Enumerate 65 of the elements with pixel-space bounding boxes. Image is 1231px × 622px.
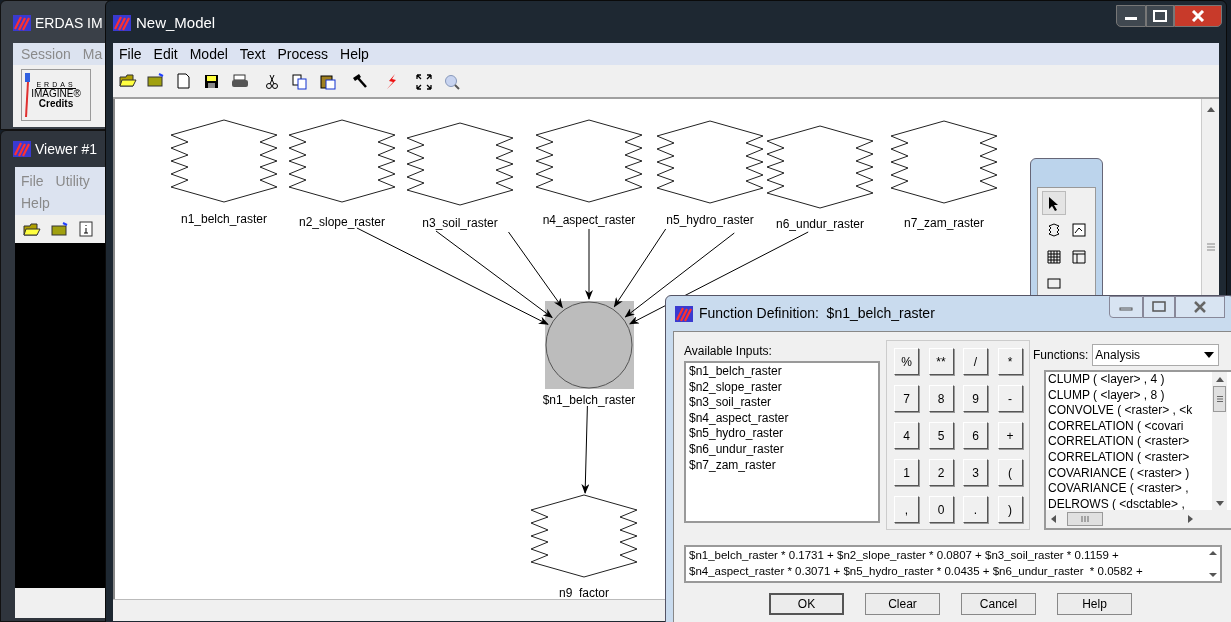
node-label: n1_belch_raster [180, 212, 268, 226]
menu-item[interactable]: File [119, 43, 142, 65]
dialog-title: Function Definition: $n1_belch_raster [699, 304, 935, 323]
keypad-key[interactable]: 4 [894, 422, 919, 449]
node-label: n5_hydro_raster [666, 213, 754, 227]
window-title: New_Model [136, 12, 216, 33]
list-item[interactable]: CORRELATION ( <raster> [1048, 449, 1212, 466]
keypad-key[interactable]: 2 [928, 459, 954, 486]
list-item[interactable]: $n6_undur_raster [689, 441, 878, 458]
menu-item[interactable]: Edit [153, 43, 178, 65]
keypad-key[interactable]: 8 [928, 385, 954, 412]
expression-text: $n1_belch_raster * 0.1731 + $n2_slope_raster * 0.0807 + $n3_soil_raster * 0.1159 + [689, 548, 1120, 563]
list-item[interactable]: $n1_belch_raster [689, 364, 878, 380]
list-item[interactable]: $n7_zam_raster [689, 457, 878, 474]
keypad-key[interactable]: ) [997, 496, 1023, 523]
window-title: ERDAS IM [35, 13, 103, 33]
menu-item[interactable]: Help [340, 43, 369, 65]
list-item[interactable]: $n3_soil_raster [689, 395, 878, 411]
keypad-key[interactable]: , [894, 496, 919, 523]
node-label: n7_zam_raster [904, 216, 984, 230]
list-item[interactable]: CLUMP ( <layer> , 4 ) [1048, 372, 1212, 388]
node-label: n3_soil_raster [422, 216, 498, 230]
dialog-button[interactable]: OK [769, 593, 844, 615]
list-item[interactable]: CORRELATION ( <covari [1048, 418, 1212, 435]
keypad-key[interactable]: % [894, 348, 919, 375]
node-label: n9_factor [559, 586, 609, 599]
keypad-key[interactable]: 0 [928, 496, 954, 523]
node-label: n6_undur_raster [775, 217, 865, 231]
dialog-button[interactable]: Cancel [961, 593, 1036, 615]
keypad-key[interactable]: 5 [928, 422, 954, 449]
dialog-button[interactable]: Clear [865, 593, 940, 615]
node-label: $n1_belch_raster [542, 393, 636, 407]
list-item[interactable]: $n5_hydro_raster [689, 426, 878, 442]
keypad-key[interactable]: * [997, 348, 1023, 375]
keypad-key[interactable]: 6 [963, 422, 988, 449]
keypad-key[interactable]: 1 [894, 459, 919, 486]
keypad-key[interactable]: ( [997, 459, 1023, 486]
list-item[interactable]: CORRELATION ( <raster> [1048, 434, 1212, 450]
menu-item[interactable]: Text [239, 43, 266, 65]
keypad-key[interactable]: 7 [894, 385, 919, 412]
menu-item[interactable]: Process [277, 43, 329, 65]
node-label: n2_slope_raster [298, 215, 386, 229]
node-label: n4_aspect_raster [542, 213, 636, 227]
window-title: Viewer #1 [35, 139, 97, 159]
list-item[interactable]: COVARIANCE ( <raster> , [1048, 481, 1212, 497]
list-item[interactable]: $n2_slope_raster [689, 379, 878, 396]
expression-field[interactable]: $n1_belch_raster * 0.1731 + $n2_slope_raster * 0.0807 + $n3_soil_raster * 0.1159 + $n4_aspect_raster * 0.3071 + $n5_hydro_raster * 0.0435 + $n6_undur_raster * 0.0582 + [684, 545, 1222, 583]
field-label: Functions: [1033, 347, 1089, 364]
keypad-key[interactable]: 3 [963, 459, 988, 486]
list-item[interactable]: COVARIANCE ( <raster> ) [1048, 465, 1212, 482]
keypad-key[interactable]: + [997, 422, 1023, 449]
expression-text: $n4_aspect_raster * 0.3071 + $n5_hydro_raster * 0.0435 + $n6_undur_raster * 0.0582 + [689, 563, 1144, 579]
keypad-key[interactable]: . [963, 496, 988, 523]
dialog-button[interactable]: Help [1057, 593, 1132, 615]
list-item[interactable]: CLUMP ( <layer> , 8 ) [1048, 387, 1212, 404]
menu-item[interactable]: Model [189, 43, 228, 65]
field-label: Available Inputs: [684, 343, 773, 360]
keypad-key[interactable]: ** [928, 348, 954, 375]
category-dropdown[interactable]: Analysis [1092, 344, 1220, 366]
keypad-key[interactable]: - [997, 385, 1023, 412]
keypad-key[interactable]: 9 [963, 385, 988, 412]
list-item[interactable]: $n4_aspect_raster [689, 410, 878, 427]
list-item[interactable]: CONVOLVE ( <raster> , <k [1048, 403, 1212, 419]
keypad-key[interactable]: / [963, 348, 988, 375]
list-item[interactable]: DELROWS ( <dsctable> , [1048, 496, 1212, 510]
